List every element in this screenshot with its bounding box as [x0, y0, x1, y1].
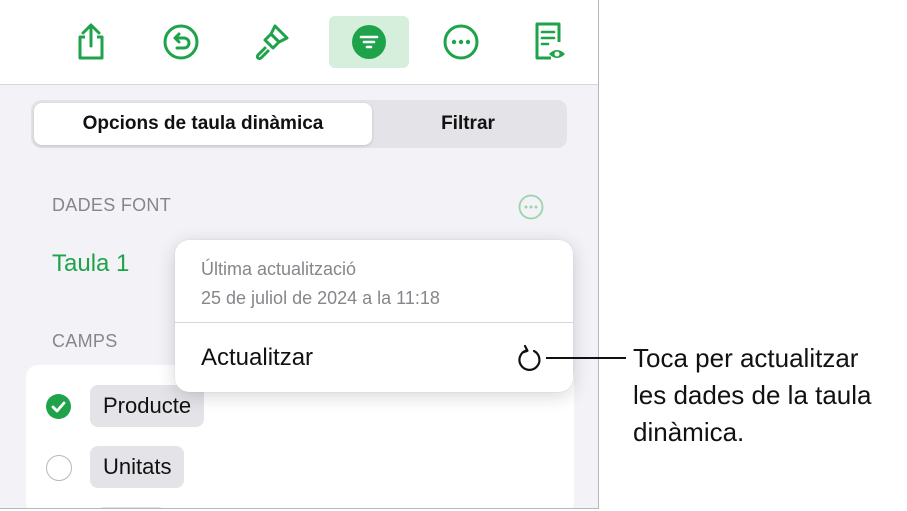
- tab-filter[interactable]: Filtrar: [372, 103, 564, 145]
- callout-line-2: les dades de la taula: [633, 380, 872, 410]
- field-chip-partial: [96, 507, 166, 508]
- callout-text: Toca per actualitzar les dades de la tau…: [633, 340, 903, 451]
- checkmark-icon: [51, 401, 66, 413]
- source-section-label: DADES FONT: [52, 195, 172, 215]
- more-button[interactable]: [431, 16, 491, 68]
- source-table-link[interactable]: Taula 1: [52, 250, 129, 278]
- refresh-button[interactable]: Actualitzar: [201, 344, 313, 372]
- organize-button[interactable]: [329, 16, 409, 68]
- callout-leader-line: [546, 357, 626, 359]
- popover-divider: [175, 322, 573, 323]
- undo-icon: [163, 24, 199, 60]
- tab-pivot-options[interactable]: Opcions de taula dinàmica: [34, 103, 372, 145]
- update-popover: Última actualització 25 de juliol de 202…: [175, 240, 573, 392]
- field-checkbox-checked[interactable]: [46, 394, 71, 419]
- last-update-date: 25 de juliol de 2024 a la 11:18: [201, 288, 440, 308]
- fields-section-label: CAMPS: [52, 331, 118, 351]
- share-button[interactable]: [61, 16, 121, 68]
- sidebar-panel: Opcions de taula dinàmica Filtrar DADES …: [0, 0, 599, 509]
- more-icon: [443, 24, 479, 60]
- last-update-label: Última actualització: [201, 259, 357, 279]
- field-chip[interactable]: Unitats: [90, 446, 185, 488]
- reader-view-button[interactable]: [519, 16, 579, 68]
- callout-line-1: Toca per actualitzar: [633, 343, 859, 373]
- ellipsis-circle-icon[interactable]: [517, 193, 545, 221]
- toolbar: [0, 0, 598, 85]
- refresh-icon[interactable]: [515, 344, 545, 374]
- share-icon: [78, 23, 104, 60]
- callout-line-3: dinàmica.: [633, 417, 745, 447]
- field-checkbox-unchecked[interactable]: [46, 455, 72, 481]
- tab-control: Opcions de taula dinàmica Filtrar: [31, 100, 567, 148]
- format-brush-icon: [255, 24, 289, 61]
- format-button[interactable]: [241, 16, 301, 68]
- organize-icon: [352, 25, 386, 59]
- undo-button[interactable]: [151, 16, 211, 68]
- reader-view-icon: [535, 22, 565, 60]
